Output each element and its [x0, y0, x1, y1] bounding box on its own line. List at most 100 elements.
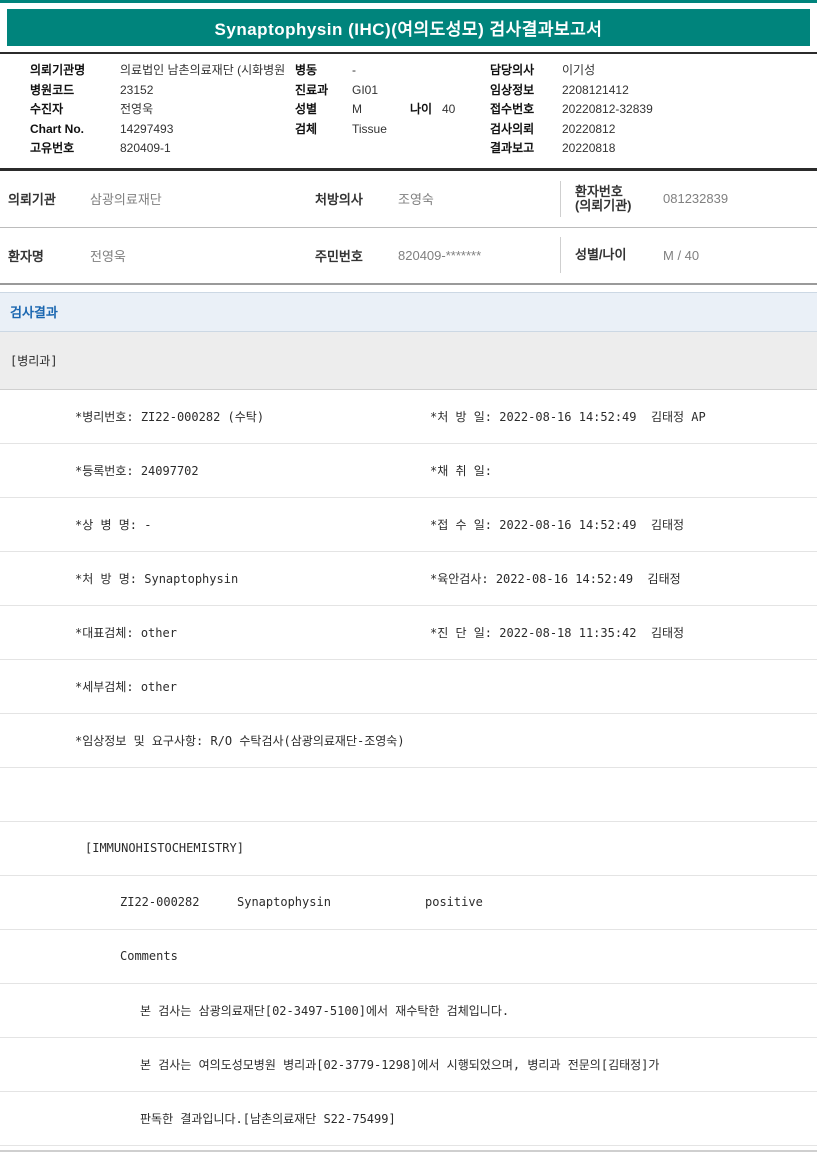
info-row: Chart No. 14297493 검체 Tissue: [30, 120, 470, 140]
info-row: 의뢰기관명 의료법인 남촌의료재단 (시화병원 병동 -: [30, 61, 470, 81]
info-value: 20220818: [562, 139, 615, 159]
comments-label: Comments: [120, 949, 178, 963]
result-line-row: ZI22-000282 Synaptophysin positive: [0, 876, 817, 930]
header-info-right: 담당의사 이기성 임상정보 2208121412 접수번호 20220812-3…: [470, 61, 817, 159]
bottom-divider: [0, 1150, 817, 1152]
empty-row: [0, 768, 817, 822]
field-value: 081232839: [663, 191, 728, 206]
info-label: 검사의뢰: [490, 120, 562, 140]
field-label-line: 성별/나이: [575, 248, 663, 262]
detail-left-text: *임상정보 및 요구사항: R/O 수탁검사(삼광의료재단-조영숙): [0, 732, 430, 749]
info-row: 담당의사 이기성: [490, 61, 817, 81]
report-title: Synaptophysin (IHC)(여의도성모) 검사결과보고서: [215, 15, 603, 40]
comment-line: 본 검사는 삼광의료재단[02-3497-5100]에서 재수탁한 검체입니다.: [140, 1002, 509, 1019]
detail-row: *임상정보 및 요구사항: R/O 수탁검사(삼광의료재단-조영숙): [0, 714, 817, 768]
info-row: 병원코드 23152 진료과 GI01: [30, 81, 470, 101]
patient-row: 환자명 전영욱 주민번호 820409-******* 성별/나이 M / 40: [0, 228, 817, 285]
detail-row: *처 방 명: Synaptophysin *육안검사: 2022-08-16 …: [0, 552, 817, 606]
detail-left-text: *처 방 명: Synaptophysin: [0, 570, 430, 587]
info-row: 검사의뢰 20220812: [490, 120, 817, 140]
detail-right-text: *접 수 일: 2022-08-16 14:52:49 김태정: [430, 516, 817, 533]
info-row: 고유번호 820409-1: [30, 139, 470, 159]
info-row: 접수번호 20220812-32839: [490, 100, 817, 120]
info-value: 14297493: [120, 120, 295, 140]
info-value: Tissue: [352, 120, 387, 140]
report-page: Synaptophysin (IHC)(여의도성모) 검사결과보고서 의뢰기관명…: [0, 0, 817, 1154]
comment-row: 판독한 결과입니다.[남촌의료재단 S22-75499]: [0, 1092, 817, 1146]
detail-left-text: *상 병 명: -: [0, 516, 430, 533]
info-label: Chart No.: [30, 120, 120, 140]
comment-line: 본 검사는 여의도성모병원 병리과[02-3779-1298]에서 시행되었으며…: [140, 1056, 659, 1073]
info-value: -: [352, 61, 356, 81]
info-value: 20220812-32839: [562, 100, 653, 120]
report-banner: Synaptophysin (IHC)(여의도성모) 검사결과보고서: [7, 9, 810, 46]
department-label: [병리과]: [10, 352, 58, 369]
detail-right-text: *육안검사: 2022-08-16 14:52:49 김태정: [430, 570, 817, 587]
top-accent-bar: [0, 0, 817, 3]
info-value: GI01: [352, 81, 378, 101]
detail-row: *대표검체: other *진 단 일: 2022-08-18 11:35:42…: [0, 606, 817, 660]
info-label: 의뢰기관명: [30, 61, 120, 81]
field-label: 주민번호: [315, 246, 398, 265]
info-label: 성별: [295, 100, 352, 120]
info-value: 2208121412: [562, 81, 629, 101]
patient-number-cell: 환자번호 (의뢰기관) 081232839: [560, 181, 817, 217]
header-info-left: 의뢰기관명 의료법인 남촌의료재단 (시화병원 병동 - 병원코드 23152 …: [0, 61, 470, 159]
info-value: 40: [442, 100, 455, 120]
info-label: 병동: [295, 61, 352, 81]
result-test-name: Synaptophysin: [237, 895, 425, 909]
patient-table: 의뢰기관 삼광의료재단 처방의사 조영숙 환자번호 (의뢰기관) 0812328…: [0, 171, 817, 285]
field-value: M / 40: [663, 248, 699, 263]
info-value: 전영욱: [120, 100, 295, 120]
detail-right-text: *처 방 일: 2022-08-16 14:52:49 김태정 AP: [430, 408, 817, 425]
department-row: [병리과]: [0, 332, 817, 390]
detail-row: *등록번호: 24097702 *채 취 일:: [0, 444, 817, 498]
detail-row: *병리번호: ZI22-000282 (수탁) *처 방 일: 2022-08-…: [0, 390, 817, 444]
comment-row: 본 검사는 여의도성모병원 병리과[02-3779-1298]에서 시행되었으며…: [0, 1038, 817, 1092]
info-label: 검체: [295, 120, 352, 140]
info-label: 접수번호: [490, 100, 562, 120]
field-value: 삼광의료재단: [90, 189, 315, 208]
field-value: 전영욱: [90, 246, 315, 265]
sex-age-cell: 성별/나이 M / 40: [560, 237, 817, 273]
detail-left-text: *등록번호: 24097702: [0, 462, 430, 479]
field-value: 820409-*******: [398, 248, 560, 263]
info-value: M: [352, 100, 410, 120]
info-label: 병원코드: [30, 81, 120, 101]
info-label: 고유번호: [30, 139, 120, 159]
detail-row: *세부검체: other: [0, 660, 817, 714]
info-row: 결과보고 20220818: [490, 139, 817, 159]
comment-row: 본 검사는 삼광의료재단[02-3497-5100]에서 재수탁한 검체입니다.: [0, 984, 817, 1038]
detail-row: *상 병 명: - *접 수 일: 2022-08-16 14:52:49 김태…: [0, 498, 817, 552]
result-value: positive: [425, 895, 483, 909]
field-label-line: (의뢰기관): [575, 199, 663, 213]
info-row: 임상정보 2208121412: [490, 81, 817, 101]
detail-left-text: *병리번호: ZI22-000282 (수탁): [0, 408, 430, 425]
info-label: 진료과: [295, 81, 352, 101]
field-label: 성별/나이: [575, 248, 663, 262]
info-label: 담당의사: [490, 61, 562, 81]
field-label: 의뢰기관: [8, 189, 90, 208]
info-label: 나이: [410, 100, 442, 120]
info-value: 820409-1: [120, 139, 295, 159]
comment-line: 판독한 결과입니다.[남촌의료재단 S22-75499]: [140, 1110, 396, 1127]
header-info-section: 의뢰기관명 의료법인 남촌의료재단 (시화병원 병동 - 병원코드 23152 …: [0, 52, 817, 171]
ihc-header-row: [IMMUNOHISTOCHEMISTRY]: [0, 822, 817, 876]
field-label: 처방의사: [315, 189, 398, 208]
info-label: 임상정보: [490, 81, 562, 101]
info-value: 이기성: [562, 61, 595, 81]
info-value: 23152: [120, 81, 295, 101]
patient-row: 의뢰기관 삼광의료재단 처방의사 조영숙 환자번호 (의뢰기관) 0812328…: [0, 171, 817, 228]
comments-header-row: Comments: [0, 930, 817, 984]
detail-right-text: *채 취 일:: [430, 462, 817, 479]
info-label: 수진자: [30, 100, 120, 120]
detail-right-text: *진 단 일: 2022-08-18 11:35:42 김태정: [430, 624, 817, 641]
field-label: 환자번호 (의뢰기관): [575, 185, 663, 213]
results-section-title: 검사결과: [10, 302, 58, 321]
detail-left-text: *대표검체: other: [0, 624, 430, 641]
info-value: 20220812: [562, 120, 615, 140]
info-row: 수진자 전영욱 성별 M 나이 40: [30, 100, 470, 120]
results-section-header: 검사결과: [0, 292, 817, 332]
info-value: 의료법인 남촌의료재단 (시화병원: [120, 61, 295, 81]
field-label-line: 환자번호: [575, 185, 663, 199]
